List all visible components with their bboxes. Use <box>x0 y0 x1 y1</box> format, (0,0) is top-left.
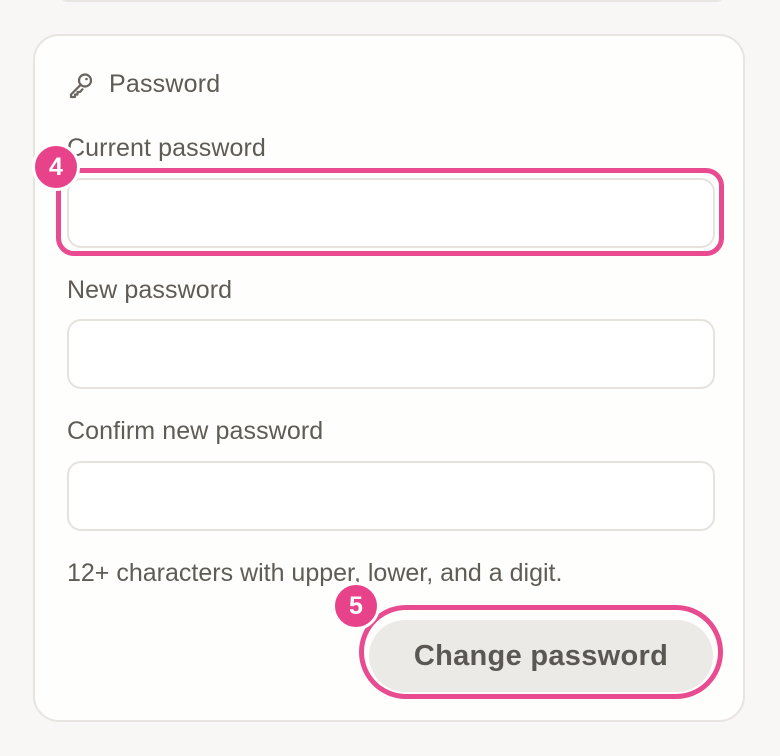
new-password-input[interactable] <box>67 319 715 389</box>
password-card: Password Current password New password C… <box>33 34 745 722</box>
password-hint: 12+ characters with upper, lower, and a … <box>67 559 563 587</box>
previous-card-edge <box>58 0 726 2</box>
new-password-label: New password <box>67 276 233 304</box>
current-password-input[interactable] <box>67 178 715 248</box>
change-password-button[interactable]: Change password <box>369 620 713 692</box>
confirm-password-input[interactable] <box>67 461 715 531</box>
confirm-password-label: Confirm new password <box>67 417 324 445</box>
step-badge-5: 5 <box>332 582 380 630</box>
key-icon <box>67 71 95 99</box>
current-password-label: Current password <box>67 134 266 162</box>
step-badge-4: 4 <box>32 143 80 191</box>
section-header: Password <box>67 70 220 99</box>
section-title: Password <box>109 70 221 98</box>
